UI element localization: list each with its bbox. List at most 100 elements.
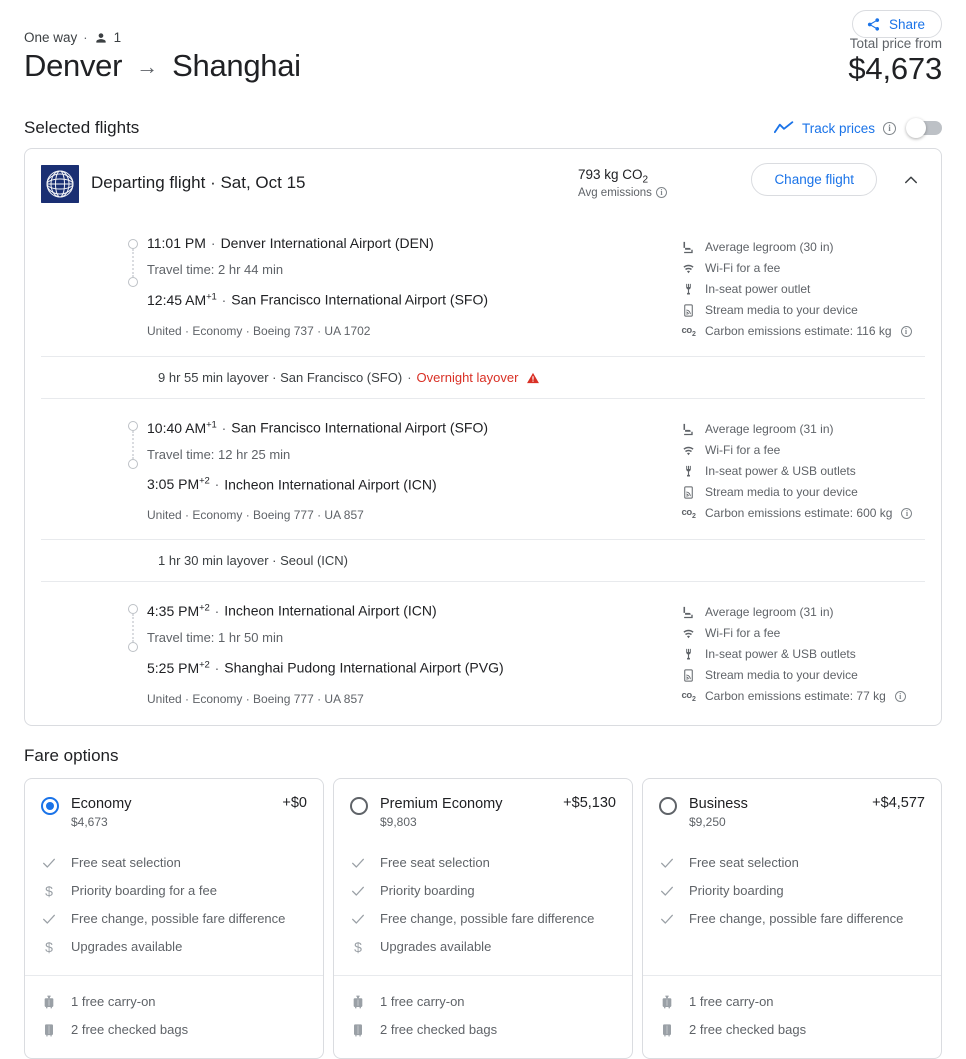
collapse-flight-button[interactable] [897,167,925,195]
wifi-icon [681,626,696,641]
info-icon[interactable]: i [883,121,896,135]
selected-flights-bar: Selected flights Track prices i [0,108,966,148]
fare-feature: $ Upgrades available [41,933,307,961]
arrival-dot-icon [128,277,138,287]
fare-feature: $ Priority boarding for a fee [41,877,307,905]
amenity-label: Stream media to your device [705,303,858,317]
change-flight-button[interactable]: Change flight [751,163,877,196]
flight-booking-page: One way · 1 Denver → Shanghai Share Tota… [0,0,966,1059]
fare-feature: Priority boarding [659,877,925,905]
departure-time: 11:01 PM [147,235,206,251]
fare-option-card[interactable]: Economy $4,673 +$0 Free seat selection $ Prio… [24,777,324,1059]
carry-on-icon [350,994,366,1010]
dollar-icon: $ [354,938,362,955]
info-icon[interactable]: i [894,691,906,703]
fare-total-price: $9,803 [380,814,417,829]
dot-separator: · [214,476,220,493]
fare-radio-economy[interactable] [41,796,59,815]
fare-feature-label: Free change, possible fare difference [71,911,286,927]
flight-leg: 11:01 PM · Denver International Airport (D… [25,217,941,342]
amenities-list: Average legroom (31 in) Wi-Fi for a fee In… [675,598,925,708]
info-icon[interactable]: i [655,187,667,199]
passenger-count: 1 [113,30,122,45]
fare-option-card[interactable]: Premium Economy $9,803 +$5,130 Free seat se… [333,777,633,1059]
fare-radio-premium-economy[interactable] [350,796,368,815]
route-title: Denver → Shanghai [24,48,942,85]
flight-leg: 10:40 AM+1 · San Francisco International A… [25,399,941,525]
trending-chart-icon [773,121,794,135]
fare-radio-business[interactable] [659,796,677,815]
destination-city: Shanghai [172,48,301,83]
arrival-time: 5:25 PM+2 [147,658,210,676]
baggage-section: 1 free carry-on 2 free checked bags [25,974,323,1058]
emissions-block: 793 kg CO2 Avg emissions i [578,167,667,199]
total-price-value: $4,673 [848,51,942,86]
check-icon [41,911,57,927]
amenity-row: Stream media to your device [681,482,925,503]
power-outlet-icon [681,282,696,297]
amenity-row: co2 Carbon emissions estimate: 116 kg i [681,321,925,342]
fare-name: Business [689,795,748,812]
wifi-icon [681,443,696,458]
amenity-row: In-seat power & USB outlets [681,644,925,665]
timeline-connector [132,249,134,277]
track-prices-label[interactable]: Track prices [802,121,875,136]
amenities-list: Average legroom (30 in) Wi-Fi for a fee In… [675,233,925,342]
baggage-label: 2 free checked bags [689,1022,807,1038]
info-icon[interactable]: i [901,508,913,519]
info-icon[interactable]: i [900,326,912,337]
fare-name: Economy [71,795,132,812]
leg-details: 10:40 AM+1 · San Francisco International A… [41,415,675,525]
fare-feature-label: Free seat selection [380,855,490,871]
amenity-row: co2 Carbon emissions estimate: 600 kg i [681,503,925,524]
arrival-dot-icon [128,459,138,469]
fare-feature-label: Free seat selection [71,855,181,871]
amenities-list: Average legroom (31 in) Wi-Fi for a fee In… [675,415,925,525]
dot-separator: · [221,419,227,436]
share-button[interactable]: Share [851,10,942,38]
amenity-label: Average legroom (31 in) [705,605,834,620]
track-prices-toggle[interactable] [906,118,942,138]
fare-options-title: Fare options [24,745,119,765]
baggage-label: 2 free checked bags [380,1022,498,1038]
amenity-row: Wi-Fi for a fee [681,623,925,644]
fare-card-header: Business $9,250 +$4,577 [659,795,925,829]
amenity-row: Average legroom (30 in) [681,237,925,258]
fare-feature-label: Upgrades available [71,939,183,955]
baggage-row: 2 free checked bags [659,1016,925,1044]
fare-feature-label: Free seat selection [689,855,799,871]
fare-option-card[interactable]: Business $9,250 +$4,577 Free seat selection… [642,777,942,1059]
co2-subscript: 2 [642,174,649,186]
amenity-label: In-seat power & USB outlets [705,647,856,662]
origin-city: Denver [24,48,123,83]
layover-duration-place: 9 hr 55 min layover · San Francisco (SFO… [158,370,403,385]
layover-separator: · [407,370,412,385]
baggage-row: 1 free carry-on [659,988,925,1016]
layover-row: 1 hr 30 min layover · Seoul (ICN) [41,539,925,583]
check-icon [659,883,675,899]
stream-media-icon [681,668,696,683]
leg-details: 4:35 PM+2 · Incheon International Airport … [41,598,675,708]
check-icon [350,855,366,871]
co2-icon: co2 [681,689,696,703]
layover-warning-label: Overnight layover [416,370,519,385]
arrival-row: 3:05 PM+2 · Incheon International Airport … [147,472,488,495]
emissions-label: Avg emissions [578,186,652,199]
check-icon [659,855,675,871]
track-prices-control[interactable]: Track prices i [773,118,942,138]
travel-time: Travel time: 2 hr 44 min [147,262,284,277]
legroom-icon [681,422,696,437]
dot-separator: · [214,659,220,676]
arrival-row: 5:25 PM+2 · Shanghai Pudong International … [147,655,504,678]
amenity-label: Carbon emissions estimate: 77 kg [705,689,886,704]
departure-dot-icon [128,604,138,615]
checked-bag-icon [350,1022,366,1038]
warning-triangle-icon [526,371,540,385]
departing-flight-card: Departing flight · Sat, Oct 15 793 kg CO… [24,148,942,726]
dot-separator: · [214,602,220,619]
fare-feature-label: Priority boarding [380,883,475,899]
arrival-dot-icon [128,642,138,653]
operator-details: United · Economy · Boeing 737 · UA 1702 [147,323,371,338]
stream-media-icon [681,303,696,318]
fare-options-grid: Economy $4,673 +$0 Free seat selection $ Prio… [0,777,966,1059]
